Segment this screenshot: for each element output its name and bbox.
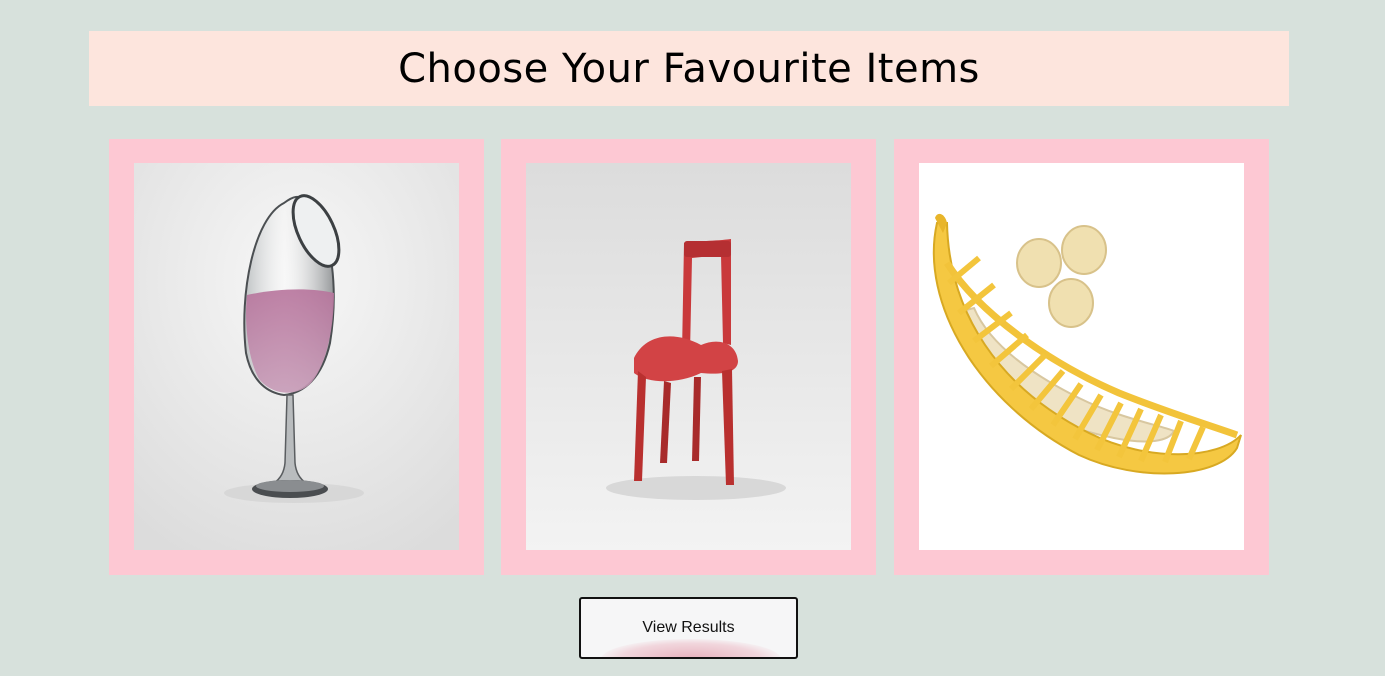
item-card-banana-slicer[interactable]: [894, 139, 1269, 575]
red-chair-image: [526, 163, 851, 550]
item-card-wine-glass[interactable]: [109, 139, 484, 575]
banana-slicer-image: [919, 163, 1244, 550]
page-title: Choose Your Favourite Items: [398, 45, 980, 92]
title-banner: Choose Your Favourite Items: [89, 31, 1289, 106]
view-results-label: View Results: [642, 619, 735, 636]
item-card-red-chair[interactable]: [501, 139, 876, 575]
view-results-button[interactable]: View Results: [579, 597, 798, 659]
wine-glass-image: [134, 163, 459, 550]
